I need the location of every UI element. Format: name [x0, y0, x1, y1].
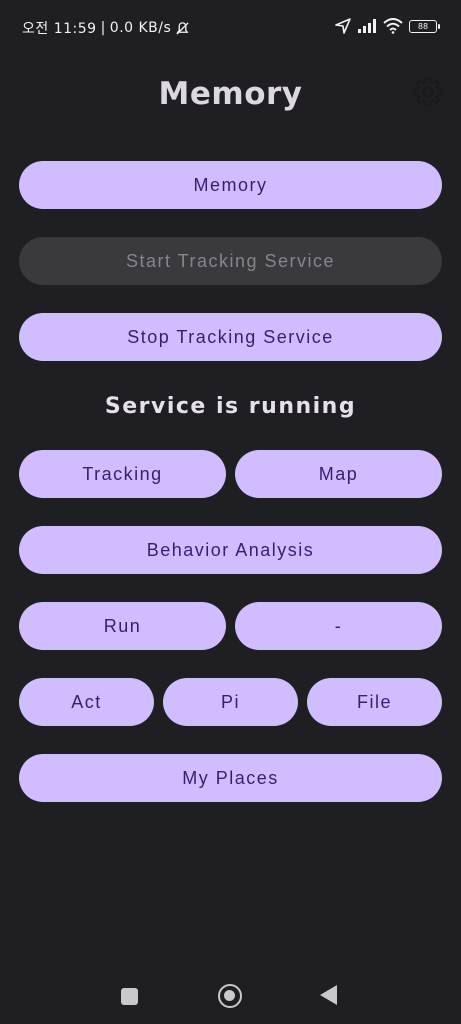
back-icon[interactable] — [320, 985, 337, 1005]
page-title: Memory — [158, 76, 303, 112]
home-icon[interactable] — [218, 984, 242, 1008]
status-bar: 오전 11:59 | 0.0 KB/s 88 — [0, 0, 461, 56]
map-button[interactable]: Map — [235, 450, 442, 498]
status-separator: | — [100, 20, 106, 36]
start-tracking-button[interactable]: Start Tracking Service — [19, 237, 442, 285]
behavior-analysis-button[interactable]: Behavior Analysis — [19, 526, 442, 574]
memory-button[interactable]: Memory — [19, 161, 442, 209]
location-arrow-icon — [335, 18, 351, 34]
signal-icon — [358, 19, 376, 33]
my-places-button[interactable]: My Places — [19, 754, 442, 802]
pi-button[interactable]: Pi — [163, 678, 298, 726]
recent-apps-icon[interactable] — [121, 988, 138, 1005]
file-button[interactable]: File — [307, 678, 442, 726]
status-right: 88 — [335, 18, 440, 34]
navigation-bar — [0, 966, 461, 1024]
bell-off-icon — [176, 21, 189, 35]
battery-level: 88 — [417, 21, 429, 31]
gear-icon[interactable] — [412, 76, 444, 108]
status-left: 오전 11:59 | 0.0 KB/s — [22, 18, 190, 38]
wifi-icon — [383, 18, 403, 34]
battery-icon: 88 — [409, 19, 440, 33]
tracking-button[interactable]: Tracking — [19, 450, 226, 498]
dash-button[interactable]: - — [235, 602, 442, 650]
service-status-text: Service is running — [104, 394, 357, 419]
stop-tracking-button[interactable]: Stop Tracking Service — [19, 313, 442, 361]
act-button[interactable]: Act — [19, 678, 154, 726]
network-speed: 0.0 KB/s — [109, 20, 172, 36]
run-button[interactable]: Run — [19, 602, 226, 650]
status-time: 오전 11:59 — [22, 21, 97, 37]
